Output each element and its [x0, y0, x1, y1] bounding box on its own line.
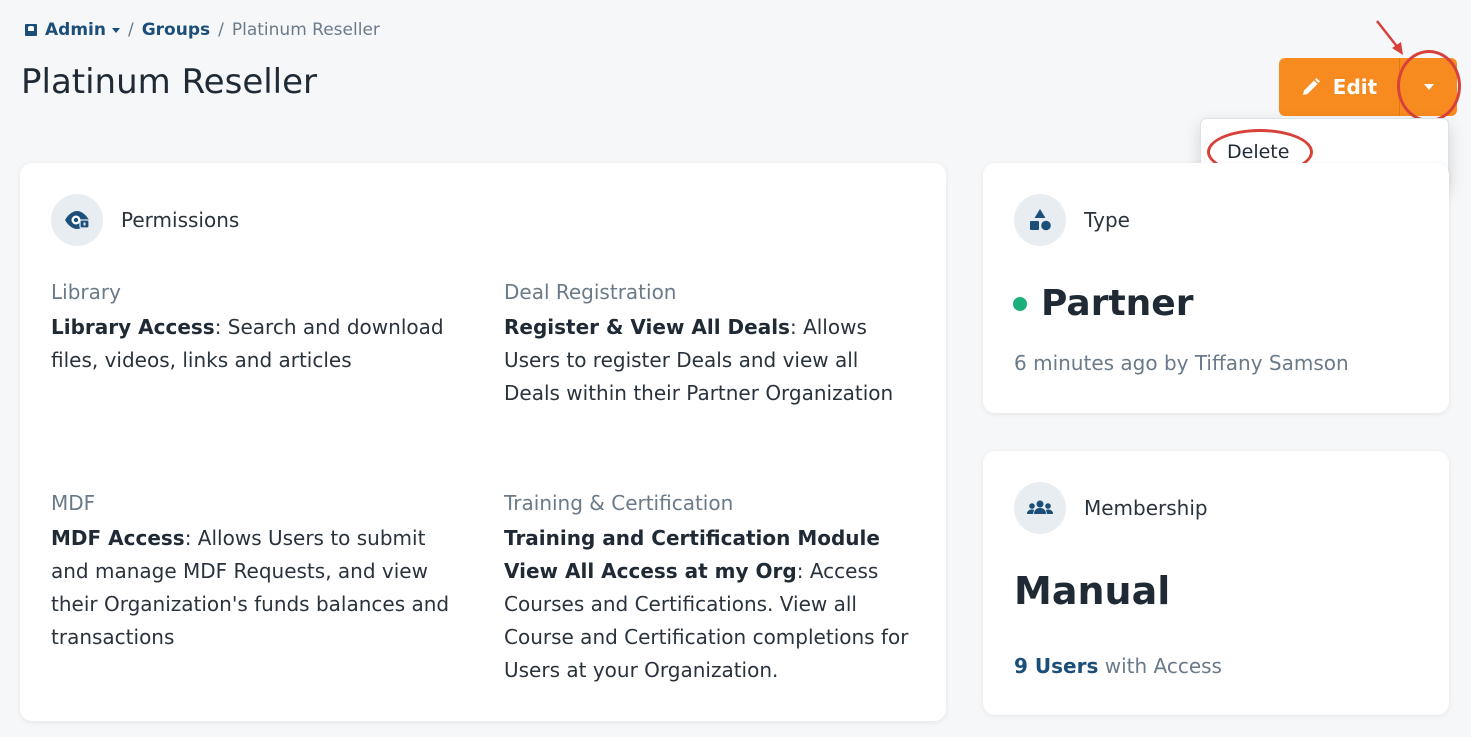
users-suffix: with Access	[1098, 654, 1222, 678]
edit-button[interactable]: Edit	[1279, 58, 1399, 116]
membership-title: Membership	[1084, 496, 1208, 520]
breadcrumb-admin-label[interactable]: Admin	[45, 20, 106, 40]
chevron-down-icon[interactable]	[111, 27, 120, 33]
permission-deal-registration: Deal Registration Register & View All De…	[504, 276, 904, 410]
permission-description: Register & View All Deals: Allows Users …	[504, 311, 904, 410]
type-value: Partner	[1041, 283, 1194, 324]
membership-value: Manual	[1014, 569, 1171, 613]
admin-badge-icon	[25, 24, 37, 36]
type-title: Type	[1084, 208, 1130, 232]
permission-name: MDF Access	[51, 526, 185, 550]
caret-down-icon	[1423, 84, 1434, 90]
more-actions-dropdown-toggle[interactable]	[1399, 58, 1457, 116]
permission-category: Library	[51, 280, 121, 304]
membership-meta: 9 Users with Access	[1014, 654, 1222, 678]
permission-description: Library Access: Search and download file…	[51, 311, 461, 377]
users-link[interactable]: 9 Users	[1014, 654, 1098, 678]
breadcrumb-groups[interactable]: Groups	[142, 20, 210, 40]
permission-category: MDF	[51, 491, 96, 515]
type-meta: 6 minutes ago by Tiffany Samson	[1014, 351, 1349, 375]
permission-library: Library Library Access: Search and downl…	[51, 276, 461, 377]
users-icon	[1014, 482, 1066, 534]
permission-mdf: MDF MDF Access: Allows Users to submit a…	[51, 487, 461, 654]
shapes-icon	[1014, 194, 1066, 246]
page-title: Platinum Reseller	[21, 62, 318, 102]
breadcrumb-current: Platinum Reseller	[231, 20, 380, 40]
edit-button-group: Edit	[1279, 58, 1457, 116]
pencil-icon	[1302, 78, 1320, 95]
type-card: Type Partner 6 minutes ago by Tiffany Sa…	[983, 163, 1449, 413]
permissions-card: Permissions Library Library Access: Sear…	[20, 163, 946, 721]
membership-card: Membership Manual 9 Users with Access	[983, 451, 1449, 715]
permissions-title: Permissions	[121, 208, 240, 232]
permission-description: Training and Certification Module View A…	[504, 522, 909, 687]
breadcrumb-separator: /	[127, 20, 134, 40]
permission-description: MDF Access: Allows Users to submit and m…	[51, 522, 461, 654]
status-dot	[1013, 296, 1027, 311]
type-card-header: Type	[1014, 194, 1130, 246]
permission-name: Register & View All Deals	[504, 315, 790, 339]
eye-lock-icon	[51, 194, 103, 246]
breadcrumb-admin[interactable]: Admin	[25, 20, 120, 40]
permission-category: Training & Certification	[504, 491, 734, 515]
delete-menu-item[interactable]: Delete	[1227, 141, 1289, 163]
type-status: Partner	[1013, 283, 1193, 324]
membership-card-header: Membership	[1014, 482, 1208, 534]
breadcrumb-separator: /	[218, 20, 224, 40]
permission-name: Library Access	[51, 315, 215, 339]
permission-category: Deal Registration	[504, 280, 677, 304]
permission-training-certification: Training & Certification Training and Ce…	[504, 487, 909, 687]
permissions-card-header: Permissions	[51, 194, 239, 246]
edit-button-label: Edit	[1332, 75, 1378, 99]
annotation-arrow-icon	[1376, 20, 1403, 55]
breadcrumb: Admin / Groups / Platinum Reseller	[25, 20, 380, 40]
